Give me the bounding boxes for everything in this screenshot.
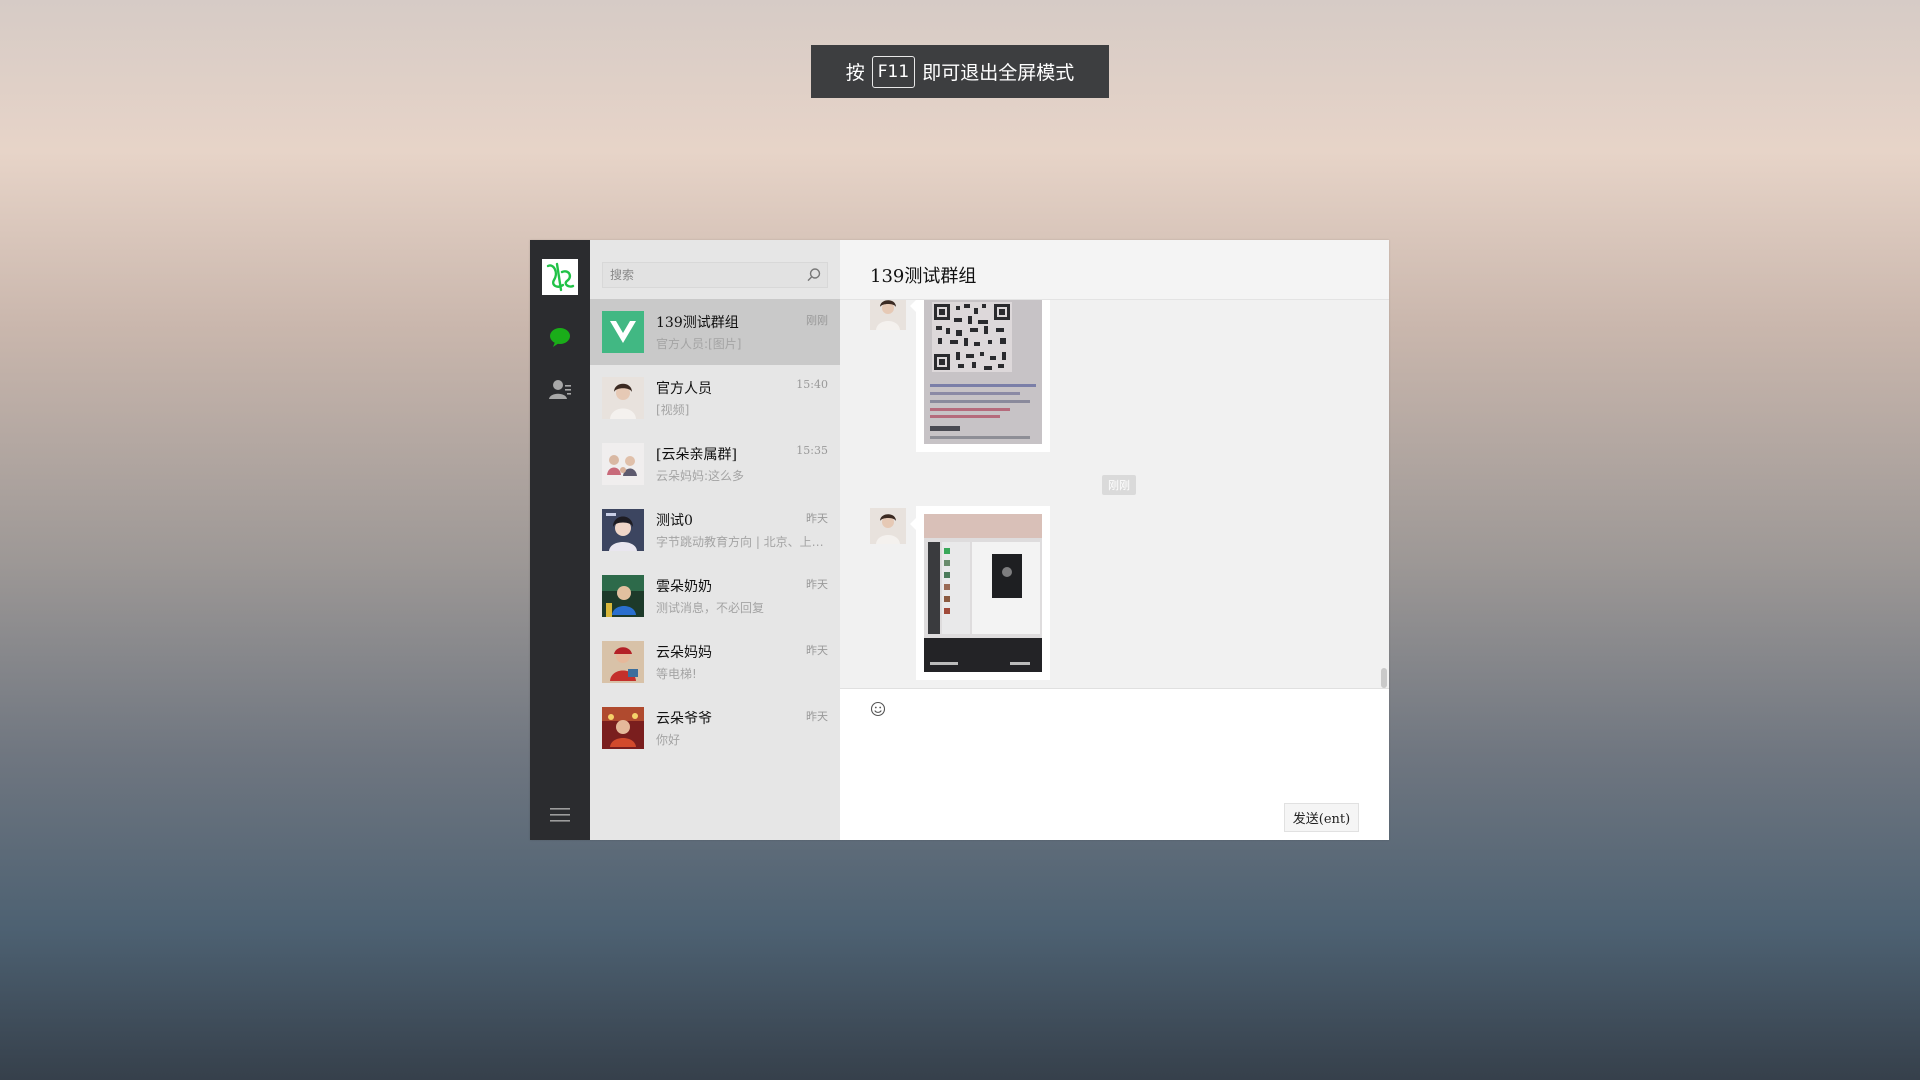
group-avatar bbox=[602, 443, 644, 485]
conversation-name: 测试0 bbox=[656, 513, 693, 529]
conversation-preview: 等电梯! bbox=[656, 667, 697, 681]
conversation-name: 云朵妈妈 bbox=[656, 645, 712, 661]
conversation-list: 139测试群组 刚刚 官方人员:[图片] 官方人员 15:40 [视频] [云朵… bbox=[590, 299, 840, 761]
menu-icon[interactable] bbox=[548, 803, 572, 827]
fullscreen-hint-banner: 按 F11 即可退出全屏模式 bbox=[811, 45, 1109, 98]
f11-key: F11 bbox=[871, 55, 916, 88]
contacts-icon[interactable] bbox=[547, 376, 573, 402]
conversation-preview: 云朵妈妈:这么多 bbox=[656, 469, 745, 483]
conversation-preview: [视频] bbox=[656, 403, 690, 417]
search-input[interactable] bbox=[603, 263, 805, 287]
avatar bbox=[602, 641, 644, 683]
avatar bbox=[602, 509, 644, 551]
message-scrollbar[interactable] bbox=[1381, 668, 1387, 688]
conversation-name: [云朵亲属群] bbox=[656, 447, 737, 463]
screen-photo-image bbox=[924, 514, 1042, 672]
conversation-preview: 你好 bbox=[656, 733, 681, 747]
fullscreen-hint-prefix: 按 bbox=[845, 62, 865, 84]
nav-rail bbox=[530, 240, 590, 840]
message-list[interactable]: 刚刚 bbox=[840, 300, 1289, 688]
conversation-panel: 139测试群组 刚刚 官方人员:[图片] 官方人员 15:40 [视频] bbox=[590, 240, 840, 840]
conversation-time: 昨天 bbox=[806, 578, 828, 591]
conversation-item[interactable]: 139测试群组 刚刚 官方人员:[图片] bbox=[590, 299, 840, 365]
image-message[interactable] bbox=[910, 506, 1050, 680]
conversation-item[interactable]: 官方人员 15:40 [视频] bbox=[590, 365, 840, 431]
conversation-name: 雲朵奶奶 bbox=[656, 579, 712, 595]
emoji-icon[interactable] bbox=[870, 701, 886, 717]
group-avatar bbox=[602, 311, 644, 353]
send-button[interactable]: 发送(ent) bbox=[1284, 803, 1359, 832]
conversation-time: 昨天 bbox=[806, 710, 828, 723]
conversation-item[interactable]: [云朵亲属群] 15:35 云朵妈妈:这么多 bbox=[590, 431, 840, 497]
avatar bbox=[602, 707, 644, 749]
bubble-tail bbox=[910, 300, 916, 312]
conversation-name: 139测试群组 bbox=[656, 315, 739, 331]
conversation-item[interactable]: 雲朵奶奶 昨天 测试消息，不必回复 bbox=[590, 563, 840, 629]
bubble-tail bbox=[910, 518, 916, 530]
conversation-preview: 字节跳动教育方向 | 北京、上… bbox=[656, 535, 824, 549]
conversation-time: 15:40 bbox=[796, 378, 828, 391]
message-input[interactable] bbox=[870, 725, 1264, 799]
sender-avatar[interactable] bbox=[870, 508, 906, 544]
conversation-time: 昨天 bbox=[806, 644, 828, 657]
conversation-item[interactable]: 云朵妈妈 昨天 等电梯! bbox=[590, 629, 840, 695]
conversation-name: 官方人员 bbox=[656, 381, 712, 397]
user-avatar-icon[interactable] bbox=[542, 259, 578, 295]
chat-title: 139测试群组 bbox=[870, 266, 977, 287]
conversation-time: 昨天 bbox=[806, 512, 828, 525]
fullscreen-hint-suffix: 即可退出全屏模式 bbox=[922, 62, 1075, 84]
chat-app-window: 139测试群组 刚刚 官方人员:[图片] 官方人员 15:40 [视频] bbox=[530, 240, 1389, 840]
image-message[interactable] bbox=[910, 300, 1050, 452]
chat-header: 139测试群组 bbox=[840, 240, 1389, 300]
chat-icon[interactable] bbox=[547, 324, 573, 350]
conversation-item[interactable]: 测试0 昨天 字节跳动教育方向 | 北京、上… bbox=[590, 497, 840, 563]
avatar bbox=[602, 575, 644, 617]
conversation-preview: 测试消息，不必回复 bbox=[656, 601, 765, 615]
avatar bbox=[602, 377, 644, 419]
time-divider: 刚刚 bbox=[1102, 475, 1136, 495]
conversation-time: 15:35 bbox=[796, 444, 828, 457]
search-icon[interactable] bbox=[805, 266, 823, 284]
message-composer: 发送(ent) bbox=[840, 688, 1389, 840]
qr-code-image bbox=[924, 300, 1042, 444]
conversation-time: 刚刚 bbox=[806, 314, 828, 327]
conversation-item[interactable]: 云朵爷爷 昨天 你好 bbox=[590, 695, 840, 761]
chat-area: 139测试群组 刚刚 发送(ent) bbox=[840, 240, 1389, 840]
conversation-name: 云朵爷爷 bbox=[656, 711, 712, 727]
conversation-preview: 官方人员:[图片] bbox=[656, 337, 742, 351]
sender-avatar[interactable] bbox=[870, 300, 906, 330]
search-box bbox=[602, 262, 828, 288]
